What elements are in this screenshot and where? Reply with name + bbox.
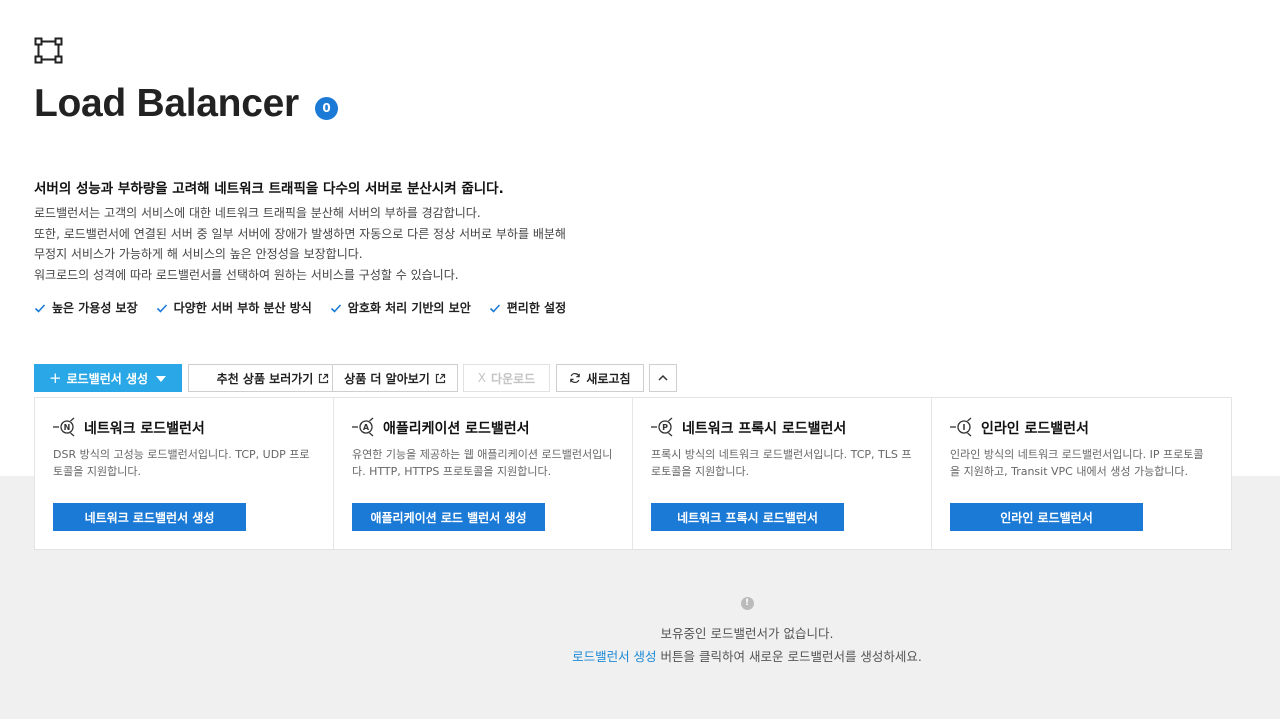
empty-message: 보유중인 로드밸런서가 없습니다. [660, 626, 834, 641]
feature-label: 높은 가용성 보장 [52, 301, 138, 315]
svg-text:P: P [662, 423, 668, 432]
svg-text:N: N [64, 423, 71, 432]
card-description: DSR 방식의 고성능 로드밸런서입니다. TCP, UDP 프로토콜을 지원합… [53, 448, 310, 478]
proxy-lb-icon: P [651, 417, 673, 437]
caret-down-icon[interactable] [156, 376, 166, 382]
intro-line: 로드밸런서는 고객의 서비스에 대한 네트워크 트래픽을 분산해 서버의 부하를… [34, 206, 481, 220]
product-cards: N 네트워크 로드밸런서 DSR 방식의 고성능 로드밸런서입니다. TCP, … [34, 397, 1232, 550]
refresh-button[interactable]: 새로고침 [556, 364, 644, 392]
inline-lb-icon: I [950, 417, 972, 437]
refresh-icon [570, 372, 581, 384]
card-network-proxy-load-balancer: P 네트워크 프록시 로드밸런서 프록시 방식의 네트워크 로드밸런서입니다. … [633, 398, 932, 549]
card-description: 프록시 방식의 네트워크 로드밸런서입니다. TCP, TLS 프로토콜을 지원… [651, 448, 912, 478]
network-lb-icon: N [53, 417, 75, 437]
check-icon [489, 303, 500, 313]
feature-label: 다양한 서버 부하 분산 방식 [173, 301, 312, 315]
svg-text:A: A [363, 423, 370, 432]
learn-more-button-label: 상품 더 알아보기 [344, 371, 430, 386]
chevron-up-icon [658, 374, 668, 381]
download-button[interactable]: X 다운로드 [463, 364, 550, 392]
create-application-lb-button[interactable]: 애플리케이션 로드 밸런서 생성 [352, 503, 545, 531]
card-inline-load-balancer: I 인라인 로드밸런서 인라인 방식의 네트워크 로드밸런서입니다. IP 프로… [932, 398, 1231, 549]
empty-hint-text: 버튼을 클릭하여 새로운 로드밸런서를 생성하세요. [656, 649, 922, 664]
card-title: 인라인 로드밸런서 [981, 421, 1089, 437]
excel-icon: X [477, 371, 487, 385]
feature-item: 다양한 서버 부하 분산 방식 [156, 299, 312, 316]
learn-more-button[interactable]: 상품 더 알아보기 [332, 364, 458, 392]
feature-list: 높은 가용성 보장 다양한 서버 부하 분산 방식 암호화 처리 기반의 보안 … [34, 299, 566, 316]
feature-item: 높은 가용성 보장 [34, 299, 138, 316]
check-icon [34, 303, 46, 313]
check-icon [330, 303, 341, 313]
external-link-icon [435, 373, 445, 383]
collapse-button[interactable] [649, 364, 677, 392]
intro-description: 로드밸런서는 고객의 서비스에 대한 네트워크 트래픽을 분산해 서버의 부하를… [34, 203, 634, 285]
check-icon [156, 303, 167, 313]
external-link-icon [319, 373, 329, 383]
refresh-button-label: 새로고침 [586, 371, 631, 386]
intro-headline: 서버의 성능과 부하량을 고려해 네트워크 트래픽을 다수의 서버로 분산시켜 … [34, 181, 504, 197]
card-description: 인라인 방식의 네트워크 로드밸런서입니다. IP 프로토콜을 지원하고, Tr… [950, 448, 1204, 478]
card-application-load-balancer: A 애플리케이션 로드밸런서 유연한 기능을 제공하는 웹 애플리케이션 로드밸… [334, 398, 633, 549]
application-lb-icon: A [352, 417, 374, 437]
empty-hint: 로드밸런서 생성 버튼을 클릭하여 새로운 로드밸런서를 생성하세요. [0, 646, 1280, 665]
feature-item: 편리한 설정 [489, 299, 566, 316]
intro-line: 워크로드의 성격에 따라 로드밸런서를 선택하여 원하는 서비스를 구성할 수 … [34, 267, 459, 282]
intro-line: 무정지 서비스가 가능하게 해 서비스의 높은 안정성을 보장합니다. [34, 247, 363, 261]
create-load-balancer-button[interactable]: + 로드밸런서 생성 [34, 364, 182, 392]
feature-item: 암호화 처리 기반의 보안 [330, 299, 471, 316]
feature-label: 암호화 처리 기반의 보안 [347, 301, 471, 315]
card-title: 네트워크 로드밸런서 [84, 421, 205, 437]
card-network-load-balancer: N 네트워크 로드밸런서 DSR 방식의 고성능 로드밸런서입니다. TCP, … [35, 398, 334, 549]
svg-text:I: I [963, 423, 966, 432]
create-proxy-lb-button[interactable]: 네트워크 프록시 로드밸런서 [651, 503, 844, 531]
create-load-balancer-link[interactable]: 로드밸런서 생성 [572, 649, 656, 664]
load-balancer-icon [34, 37, 63, 64]
page-title: Load Balancer [34, 82, 299, 125]
card-title: 네트워크 프록시 로드밸런서 [682, 421, 847, 437]
create-button-label: 로드밸런서 생성 [66, 371, 149, 386]
recommend-button-label: 추천 상품 보러가기 [216, 371, 314, 386]
feature-label: 편리한 설정 [506, 301, 567, 315]
empty-state: ! 보유중인 로드밸런서가 없습니다. 로드밸런서 생성 버튼을 클릭하여 새로… [0, 590, 1280, 665]
card-description: 유연한 기능을 제공하는 웹 애플리케이션 로드밸런서입니다. HTTP, HT… [352, 448, 613, 478]
plus-icon: + [49, 368, 62, 387]
intro-line: 또한, 로드밸런서에 연결된 서버 중 일부 서버에 장애가 발생하면 자동으로… [34, 226, 566, 241]
card-title: 애플리케이션 로드밸런서 [383, 421, 530, 437]
count-badge: 0 [315, 97, 338, 120]
create-inline-lb-button[interactable]: 인라인 로드밸런서 [950, 503, 1143, 531]
download-button-label: 다운로드 [491, 371, 536, 386]
info-icon: ! [740, 597, 754, 610]
create-network-lb-button[interactable]: 네트워크 로드밸런서 생성 [53, 503, 246, 531]
